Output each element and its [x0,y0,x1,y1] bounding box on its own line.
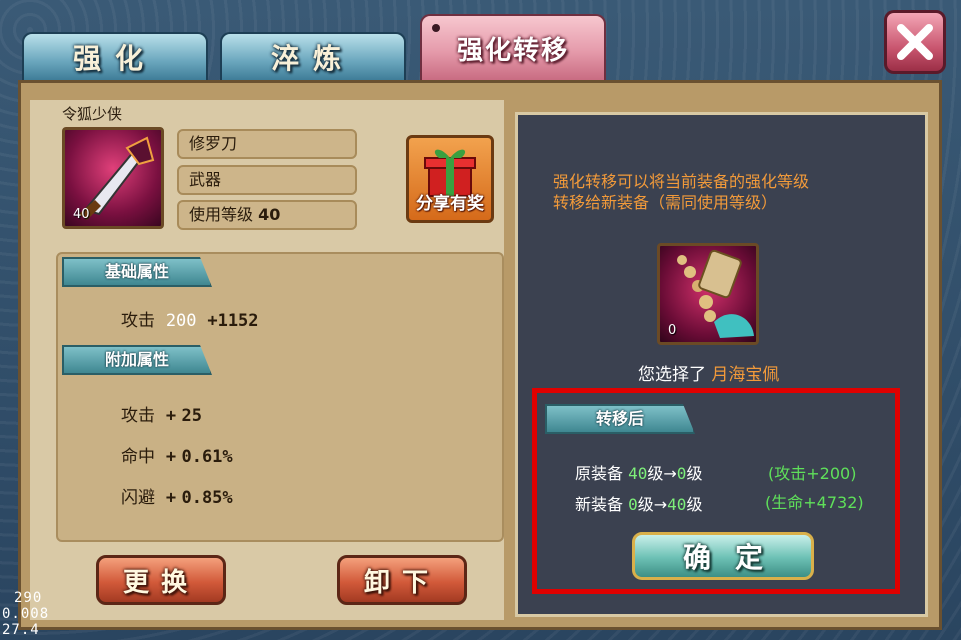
unequip-button[interactable]: 卸下 [337,555,467,605]
item-type-field: 武器 [177,165,357,195]
level-from: 0 [628,495,638,514]
arrow-icon: → [663,464,677,483]
share-reward-button[interactable]: 分享有奖 [406,135,494,223]
new-equipment-row: 新装备 0级→40级 [575,491,702,515]
extra-hit-row: 命中 + 0.61% [121,442,233,467]
close-button[interactable] [884,10,946,74]
original-bonus: (攻击+200) [768,464,857,483]
selected-prefix: 您选择了 [638,365,706,385]
close-x-icon [897,24,933,60]
debug-line3: 27.4 [2,622,40,638]
attr-name: 闪避 [121,488,155,508]
row-label: 原装备 [575,464,624,483]
selected-item-name: 月海宝佩 [711,365,780,385]
unequip-label: 卸下 [363,567,440,598]
tab-label: 淬炼 [270,42,355,75]
new-bonus: (生命+4732) [765,493,864,512]
attr-sign: + [165,447,177,467]
attr-value: 0.61% [181,447,233,467]
character-name: 令狐少侠 [62,105,123,123]
confirm-button[interactable]: 确定 [632,532,814,580]
tab-label: 强化转移 [456,35,569,66]
use-level-label: 使用等级 [189,205,254,224]
attr-value: 0.85% [181,488,233,508]
extra-attack-row: 攻击 + 25 [121,401,202,426]
tab-strengthen[interactable]: 强化 [22,32,208,80]
after-transfer-title: 转移后 [545,404,695,434]
level-unit: 级 [686,464,703,483]
arrow-icon: → [653,495,668,514]
base-attack-row: 攻击 200 +1152 [121,306,259,331]
level-from: 40 [628,464,648,483]
target-item-slot[interactable]: 0 [657,243,759,345]
item-name-field: 修罗刀 [177,129,357,159]
use-level-field: 使用等级 40 [177,200,357,230]
attr-bonus: +1152 [207,311,259,331]
tab-hole [432,24,440,32]
item-level: 40 [73,207,90,222]
replace-label: 更换 [122,567,199,598]
level-to: 0 [676,464,687,483]
attr-value: 200 [165,311,197,331]
tab-refine[interactable]: 淬炼 [220,32,406,80]
extra-dodge-row: 闪避 + 0.85% [121,483,233,508]
row-label: 新装备 [575,495,624,514]
attr-name: 命中 [121,447,155,467]
original-equipment-row: 原装备 40级→0级 [575,460,702,484]
selected-item-text: 您选择了 月海宝佩 [638,360,779,385]
level-unit: 级 [686,495,703,514]
attr-sign: + [165,406,177,426]
item-name: 修罗刀 [189,134,238,153]
confirm-label: 确定 [682,541,787,574]
use-level-value: 40 [258,205,281,224]
debug-line2: 0.008 [2,606,50,622]
attr-sign: + [165,488,177,508]
debug-line1: 290 [14,590,43,606]
base-attributes-title: 基础属性 [62,257,212,287]
tab-label: 强化 [72,42,157,75]
extra-attributes-title: 附加属性 [62,345,212,375]
attr-value: 25 [181,406,202,426]
item-type: 武器 [189,170,222,189]
share-reward-label: 分享有奖 [416,194,484,214]
attr-name: 攻击 [121,311,155,331]
equipped-item-slot[interactable]: 40 [62,127,164,229]
level-unit: 级 [647,464,664,483]
level-to: 40 [667,495,687,514]
transfer-description-line2: 转移给新装备（需同使用等级） [553,193,778,212]
target-item-level: 0 [668,323,677,338]
replace-button[interactable]: 更换 [96,555,226,605]
tab-strengthen-transfer[interactable]: 强化转移 [420,14,606,80]
attr-name: 攻击 [121,406,155,426]
level-unit: 级 [637,495,654,514]
